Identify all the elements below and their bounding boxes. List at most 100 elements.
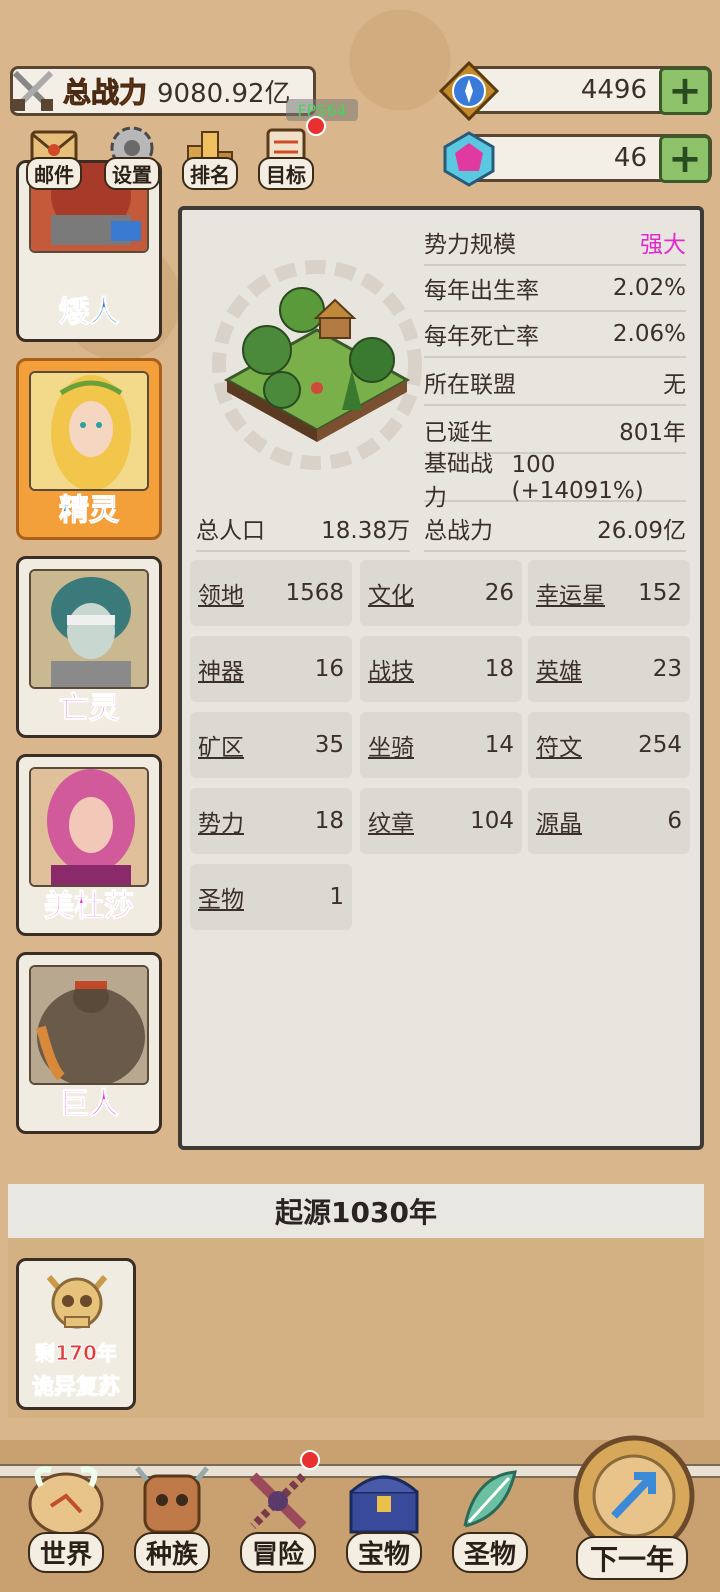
add-gem-button[interactable]: +	[659, 135, 711, 183]
attr-cell-emblem[interactable]: 纹章 104	[360, 788, 522, 854]
adventure-notification-dot	[300, 1450, 320, 1470]
attr-value: 14	[484, 732, 514, 758]
attr-cell-mount[interactable]: 坐骑 14	[360, 712, 522, 778]
attr-cell-relic[interactable]: 圣物 1	[190, 864, 352, 930]
stat-row-death-rate: 每年死亡率 2.06%	[424, 312, 686, 358]
ranking-button[interactable]: 排名	[178, 122, 242, 190]
attr-cell-lucky-star[interactable]: 幸运星 152	[528, 560, 690, 626]
forest-treehouse-illustration	[212, 260, 422, 470]
era-title-bar: 起源1030年	[8, 1184, 704, 1238]
attr-value: 1568	[285, 580, 344, 606]
attr-label: 战技	[368, 659, 414, 685]
add-compass-button[interactable]: +	[659, 67, 711, 115]
stat-value: 100 (+14091%)	[511, 452, 644, 504]
race-name: 亡灵	[59, 691, 120, 727]
attr-value: 1	[329, 884, 344, 910]
attr-label: 领地	[198, 583, 244, 609]
nav-world[interactable]: 世界	[14, 1450, 118, 1580]
skull-icon	[41, 1269, 113, 1343]
nav-label: 冒险	[239, 1532, 316, 1573]
goals-notification-dot	[306, 116, 326, 136]
race-card-undead[interactable]: 亡灵	[16, 556, 162, 738]
attr-label: 纹章	[368, 811, 414, 837]
nav-treasure[interactable]: 宝物	[332, 1450, 436, 1580]
gem-icon	[439, 129, 499, 189]
population-label: 总人口	[196, 518, 265, 544]
stat-label: 基础战力	[424, 451, 493, 511]
elf-portrait	[29, 371, 149, 491]
undead-portrait	[29, 569, 149, 689]
goals-label: 目标	[258, 157, 314, 190]
compass-count: 4496	[580, 75, 647, 105]
crossed-swords-icon	[5, 63, 61, 119]
attr-label: 源晶	[536, 811, 582, 837]
stat-value: 801年	[619, 420, 686, 446]
attr-cell-source-crystal[interactable]: 源晶 6	[528, 788, 690, 854]
event-countdown: 剩170年	[35, 1341, 118, 1366]
event-name: 诡异复苏	[31, 1375, 120, 1401]
attr-label: 圣物	[198, 887, 244, 913]
race-name: 美杜莎	[44, 889, 135, 925]
attr-cell-mine[interactable]: 矿区 35	[190, 712, 352, 778]
mail-button[interactable]: 邮件	[22, 122, 86, 190]
race-card-giant[interactable]: 巨人	[16, 952, 162, 1134]
attr-cell-faction[interactable]: 势力 18	[190, 788, 352, 854]
stat-label: 总战力	[424, 518, 493, 544]
race-card-elf[interactable]: 精灵	[16, 358, 162, 540]
attr-cell-rune[interactable]: 符文 254	[528, 712, 690, 778]
attr-label: 神器	[198, 659, 244, 685]
race-name: 矮人	[59, 295, 120, 331]
next-year-button[interactable]: 下一年	[554, 1430, 720, 1592]
attr-value: 152	[638, 580, 682, 606]
attr-cell-artifact[interactable]: 神器 16	[190, 636, 352, 702]
race-details-panel: 势力规模 强大 每年出生率 2.02% 每年死亡率 2.06% 所在联盟 无 已…	[178, 206, 704, 1150]
era-title: 起源1030年	[275, 1196, 437, 1229]
nav-label: 世界	[27, 1532, 104, 1573]
total-power-value: 9080.92亿	[157, 78, 291, 109]
event-card-weird-revival[interactable]: 剩170年 诡异复苏	[16, 1258, 136, 1410]
stat-label: 所在联盟	[424, 372, 516, 398]
stat-label: 每年死亡率	[424, 324, 539, 350]
attr-value: 35	[314, 732, 344, 758]
nav-label: 种族	[133, 1532, 210, 1573]
stat-row-alliance: 所在联盟 无	[424, 360, 686, 406]
total-power-label: 总战力	[62, 76, 148, 110]
attr-value: 16	[314, 656, 344, 682]
population-value: 18.38万	[321, 518, 410, 544]
stat-value: 强大	[640, 232, 686, 258]
stat-value: 2.02%	[612, 275, 686, 301]
currency-gem: 46 +	[443, 131, 712, 187]
settings-button[interactable]: 设置	[100, 122, 164, 190]
nav-label: 圣物	[451, 1532, 528, 1573]
attr-label: 矿区	[198, 735, 244, 761]
attr-cell-combat-skill[interactable]: 战技 18	[360, 636, 522, 702]
total-power-box: 总战力 9080.92亿	[10, 66, 316, 116]
stat-value: 无	[663, 372, 686, 398]
attr-cell-hero[interactable]: 英雄 23	[528, 636, 690, 702]
settings-label: 设置	[104, 157, 160, 190]
stat-row-total-power: 总战力 26.09亿	[424, 506, 686, 552]
stat-row-scale: 势力规模 强大	[424, 220, 686, 266]
stat-label: 势力规模	[424, 232, 516, 258]
stat-label: 已诞生	[424, 420, 493, 446]
attr-cell-culture[interactable]: 文化 26	[360, 560, 522, 626]
next-year-label: 下一年	[576, 1536, 689, 1580]
attr-label: 英雄	[536, 659, 582, 685]
attr-label: 文化	[368, 583, 414, 609]
attr-value: 18	[484, 656, 514, 682]
attr-label: 符文	[536, 735, 582, 761]
nav-relic[interactable]: 圣物	[438, 1450, 542, 1580]
attr-cell-territory[interactable]: 领地 1568	[190, 560, 352, 626]
medusa-portrait	[29, 767, 149, 887]
attr-value: 18	[314, 808, 344, 834]
currency-compass: 4496 +	[438, 60, 712, 122]
nav-adventure[interactable]: 冒险	[226, 1450, 330, 1580]
attr-value: 104	[470, 808, 514, 834]
race-card-medusa[interactable]: 美杜莎	[16, 754, 162, 936]
mail-label: 邮件	[26, 157, 82, 190]
ranking-label: 排名	[182, 157, 238, 190]
stat-value: 2.06%	[612, 321, 686, 347]
nav-race[interactable]: 种族	[120, 1450, 224, 1580]
attr-label: 坐骑	[368, 735, 414, 761]
gem-count: 46	[613, 143, 647, 173]
